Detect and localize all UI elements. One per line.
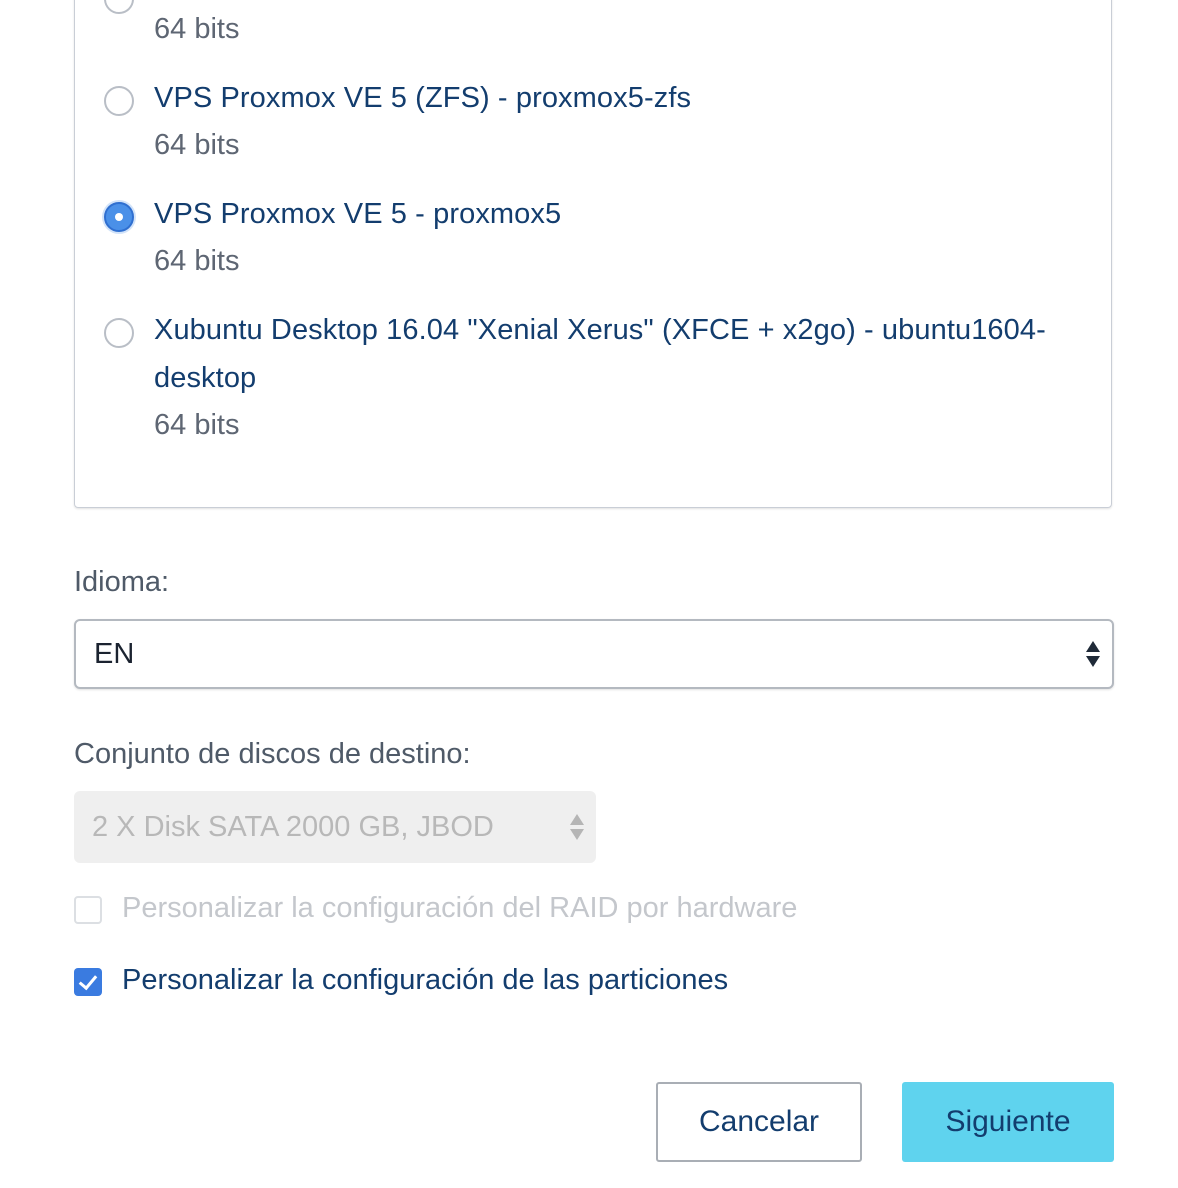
os-option-title-ubuntu1604-desktop[interactable]: Xubuntu Desktop 16.04 "Xenial Xerus" (XF…: [154, 306, 1084, 402]
next-button[interactable]: Siguiente: [902, 1082, 1114, 1162]
select-arrows-icon: [1086, 641, 1100, 667]
select-arrows-icon: [570, 814, 584, 840]
os-option-title-proxmox5-zfs[interactable]: VPS Proxmox VE 5 (ZFS) - proxmox5-zfs: [154, 74, 1084, 122]
cancel-button[interactable]: Cancelar: [656, 1082, 862, 1162]
os-option-radio-proxmox5[interactable]: [104, 202, 134, 232]
disk-set-select: 2 X Disk SATA 2000 GB, JBOD: [74, 791, 596, 863]
raid-config-label: Personalizar la configuración del RAID p…: [122, 892, 798, 924]
os-option-bits-proxmox5-zfs: 64 bits: [154, 129, 240, 161]
os-option-bits-proxmox5: 64 bits: [154, 245, 240, 277]
os-option-radio-proxmox5-zfs[interactable]: [104, 86, 134, 116]
os-option-bits-ubuntu1604-desktop: 64 bits: [154, 409, 240, 441]
language-label: Idioma:: [74, 566, 170, 598]
disk-set-label: Conjunto de discos de destino:: [74, 738, 471, 770]
os-option-radio-ubuntu1604-desktop[interactable]: [104, 318, 134, 348]
os-option-title-proxmox5[interactable]: VPS Proxmox VE 5 - proxmox5: [154, 190, 1084, 238]
partitions-config-label[interactable]: Personalizar la configuración de las par…: [122, 962, 728, 998]
raid-config-checkbox: [74, 896, 102, 924]
disk-set-select-value: 2 X Disk SATA 2000 GB, JBOD: [92, 810, 494, 843]
partitions-config-checkbox[interactable]: [74, 968, 102, 996]
language-select-value: EN: [94, 637, 135, 670]
language-select[interactable]: EN: [74, 619, 1114, 689]
os-option-bits-1: 64 bits: [154, 13, 240, 45]
